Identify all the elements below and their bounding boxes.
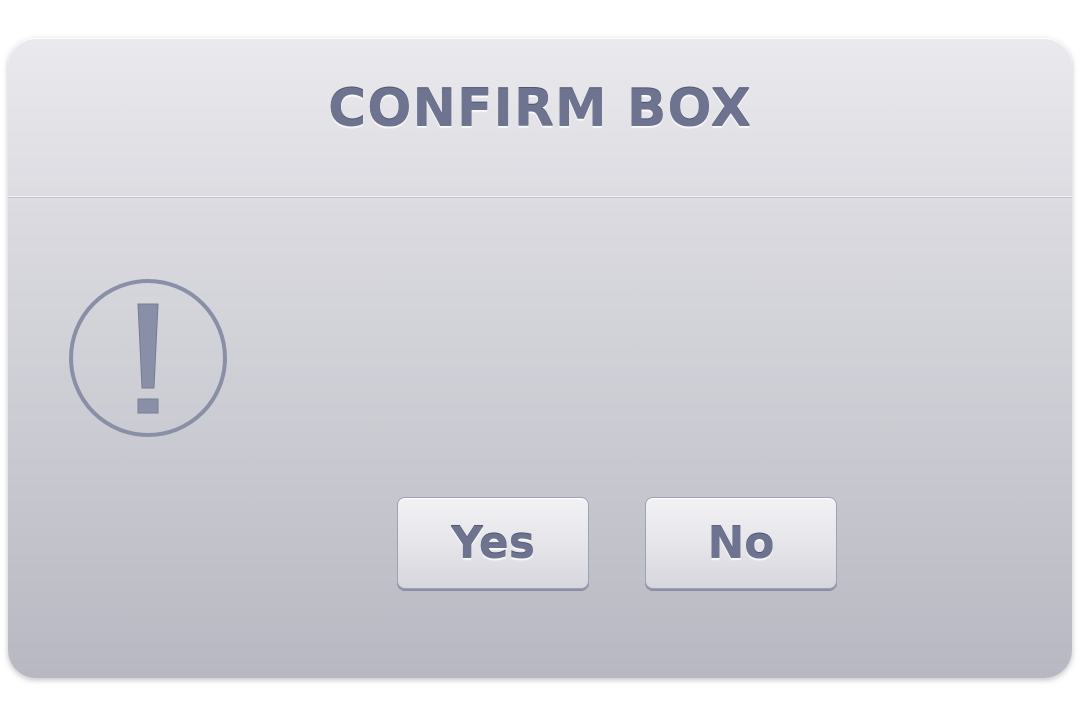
yes-button[interactable]: Yes (397, 497, 589, 589)
confirm-dialog: CONFIRM BOX Yes No (8, 38, 1072, 678)
exclamation-circle-icon (69, 279, 227, 437)
dialog-header: CONFIRM BOX (8, 38, 1072, 197)
dialog-title: CONFIRM BOX (328, 79, 752, 139)
no-button[interactable]: No (645, 497, 837, 589)
